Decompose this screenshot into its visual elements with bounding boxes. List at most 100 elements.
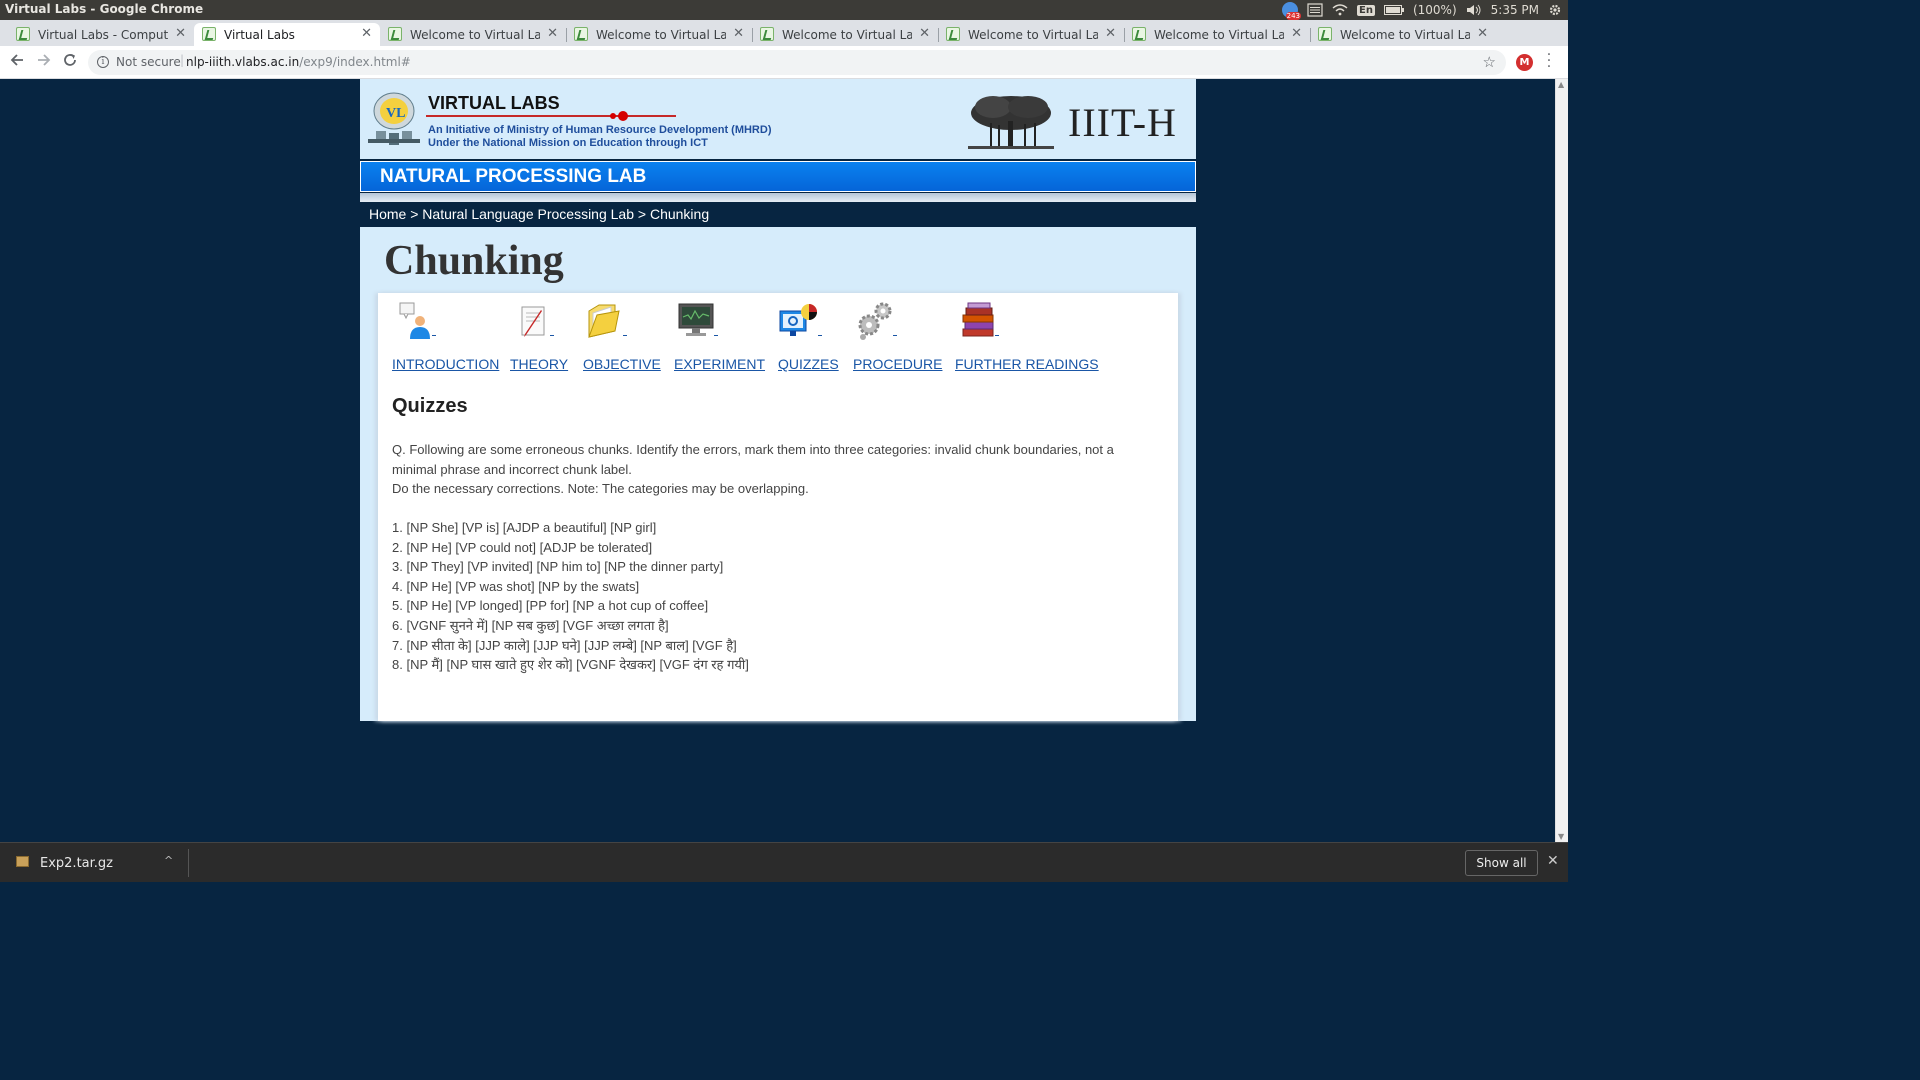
lab-title-bar: NATURAL PROCESSING LAB <box>360 161 1196 192</box>
monitor-icon <box>678 303 714 336</box>
institute-name: IIIT-H <box>1068 100 1177 145</box>
scroll-up-arrow-icon[interactable]: ▲ <box>1558 80 1564 89</box>
clock[interactable]: 5:35 PM <box>1491 3 1539 17</box>
vlabs-favicon-icon <box>202 27 216 41</box>
vlabs-favicon-icon <box>946 27 960 41</box>
folder-icon <box>588 304 620 338</box>
reload-icon[interactable] <box>63 52 77 71</box>
nav-label[interactable]: FURTHER READINGS <box>955 356 1099 372</box>
nav-label[interactable]: EXPERIMENT <box>674 356 765 372</box>
list-item: 1. [NP She] [VP is] [AJDP a beautiful] [… <box>392 520 657 535</box>
download-item[interactable]: Exp2.tar.gz ^ <box>14 853 184 875</box>
experiment-nav: INTRODUCTION THEORY OBJECTIVE EXPERIMENT… <box>378 301 1178 373</box>
site-banner: VL VIRTUAL LABS An Initiative of Ministr… <box>360 79 1196 159</box>
brand-underline <box>426 115 676 117</box>
breadcrumb[interactable]: Home > Natural Language Processing Lab >… <box>369 206 709 222</box>
vlabs-favicon-icon <box>1318 27 1332 41</box>
profile-avatar[interactable]: M <box>1516 54 1533 71</box>
scroll-down-arrow-icon[interactable]: ▼ <box>1558 832 1564 841</box>
vlabs-favicon-icon <box>1132 27 1146 41</box>
link-underline <box>623 335 627 336</box>
notification-count: 243 <box>1285 12 1302 20</box>
quiz-computer-icon <box>779 304 817 336</box>
tab-label: Welcome to Virtual Labs <box>1154 27 1284 42</box>
vlabs-favicon-icon <box>16 27 30 41</box>
list-item: 3. [NP They] [VP invited] [NP him to] [N… <box>392 559 724 575</box>
url-text[interactable]: nlp-iiith.vlabs.ac.in/exp9/index.html# <box>186 55 411 69</box>
list-item: 7. [NP सीता के] [JJP काले] [JJP घने] [JJ… <box>392 637 737 653</box>
question-text: Q. Following are some erroneous chunks. … <box>392 442 1114 477</box>
settings-gear-icon[interactable] <box>1548 3 1562 17</box>
chrome-notification-icon[interactable]: 243 <box>1282 2 1302 20</box>
browser-toolbar: i Not secure | nlp-iiith.vlabs.ac.in/exp… <box>0 46 1568 79</box>
vlabs-favicon-icon <box>388 27 402 41</box>
address-bar[interactable]: i Not secure | nlp-iiith.vlabs.ac.in/exp… <box>88 50 1506 75</box>
list-item: 2. [NP He] [VP could not] [ADJP be toler… <box>392 539 653 555</box>
tab-welcome-2[interactable]: Welcome to Virtual Labs ✕ <box>566 23 753 46</box>
close-downloads-icon[interactable]: ✕ <box>1547 853 1559 869</box>
link-underline <box>893 335 897 336</box>
bookmark-star-icon[interactable]: ☆ <box>1483 53 1496 71</box>
close-tab-icon[interactable]: ✕ <box>1477 26 1488 41</box>
downloads-divider <box>188 849 189 877</box>
tab-welcome-4[interactable]: Welcome to Virtual Labs ✕ <box>938 23 1125 46</box>
info-icon[interactable]: i <box>97 56 109 68</box>
link-underline <box>995 335 999 336</box>
tab-virtual-labs-computer[interactable]: Virtual Labs - Computer ✕ <box>8 23 195 46</box>
brand-subtitle: Under the National Mission on Education … <box>428 137 708 149</box>
chrome-menu-icon[interactable]: · · · <box>1545 48 1553 74</box>
brand-title: VIRTUAL LABS <box>428 93 560 113</box>
nav-label[interactable]: INTRODUCTION <box>392 356 499 372</box>
list-menu-icon[interactable] <box>1307 3 1323 17</box>
close-tab-icon[interactable]: ✕ <box>361 26 372 41</box>
tab-welcome-3[interactable]: Welcome to Virtual Labs ✕ <box>752 23 939 46</box>
tab-virtual-labs-active[interactable]: Virtual Labs ✕ <box>194 23 380 46</box>
close-tab-icon[interactable]: ✕ <box>733 26 744 41</box>
close-tab-icon[interactable]: ✕ <box>1291 26 1302 41</box>
lab-bar-shadow <box>360 193 1196 202</box>
brand-subtitle: An Initiative of Ministry of Human Resou… <box>428 124 772 136</box>
vlabs-favicon-icon <box>574 27 588 41</box>
security-label[interactable]: Not secure <box>116 55 181 69</box>
list-item: 8. [NP मैं] [NP घास खाते हुए शेर को] [VG… <box>392 657 749 673</box>
virtual-labs-logo[interactable]: VL <box>366 89 422 149</box>
books-icon <box>962 302 994 337</box>
tab-welcome-1[interactable]: Welcome to Virtual Labs ✕ <box>380 23 567 46</box>
back-arrow-icon[interactable] <box>10 52 24 71</box>
link-underline <box>714 335 718 336</box>
tab-welcome-5[interactable]: Welcome to Virtual Labs ✕ <box>1124 23 1311 46</box>
tab-label: Virtual Labs <box>224 27 295 42</box>
content-panel: INTRODUCTION THEORY OBJECTIVE EXPERIMENT… <box>378 293 1178 721</box>
keyboard-layout-indicator[interactable]: En <box>1357 4 1375 16</box>
list-item: 5. [NP He] [VP longed] [PP for] [NP a ho… <box>392 598 709 614</box>
quiz-items: 1. [NP She] [VP is] [AJDP a beautiful] [… <box>392 518 1152 675</box>
quiz-question: Q. Following are some erroneous chunks. … <box>392 440 1152 499</box>
close-tab-icon[interactable]: ✕ <box>547 26 558 41</box>
gears-icon <box>858 302 892 340</box>
nav-label[interactable]: PROCEDURE <box>853 356 942 372</box>
page-scrollbar[interactable]: ▲ ▼ <box>1555 79 1568 842</box>
battery-icon[interactable] <box>1383 5 1404 15</box>
wifi-icon[interactable] <box>1332 4 1348 16</box>
tab-welcome-6[interactable]: Welcome to Virtual Labs ✕ <box>1310 23 1496 46</box>
download-filename[interactable]: Exp2.tar.gz <box>40 856 113 871</box>
link-underline <box>550 335 554 336</box>
url-path: /exp9/index.html# <box>299 55 411 69</box>
tab-label: Welcome to Virtual Labs <box>596 27 726 42</box>
link-underline <box>432 335 436 336</box>
system-tray: 243 En (100%) 5:35 PM <box>1282 0 1562 20</box>
close-tab-icon[interactable]: ✕ <box>175 26 186 41</box>
svg-text:VL: VL <box>386 106 405 121</box>
close-tab-icon[interactable]: ✕ <box>1105 26 1116 41</box>
volume-icon[interactable] <box>1466 4 1482 16</box>
forward-arrow-icon[interactable] <box>37 52 51 71</box>
nav-label[interactable]: THEORY <box>510 356 568 372</box>
nav-label[interactable]: QUIZZES <box>778 356 839 372</box>
show-all-button[interactable]: Show all <box>1465 850 1538 876</box>
person-speech-icon <box>399 302 430 339</box>
chevron-up-icon[interactable]: ^ <box>164 854 173 867</box>
close-tab-icon[interactable]: ✕ <box>919 26 930 41</box>
tab-label: Welcome to Virtual Labs <box>782 27 912 42</box>
nav-label[interactable]: OBJECTIVE <box>583 356 661 372</box>
lab-title: NATURAL PROCESSING LAB <box>380 166 647 187</box>
